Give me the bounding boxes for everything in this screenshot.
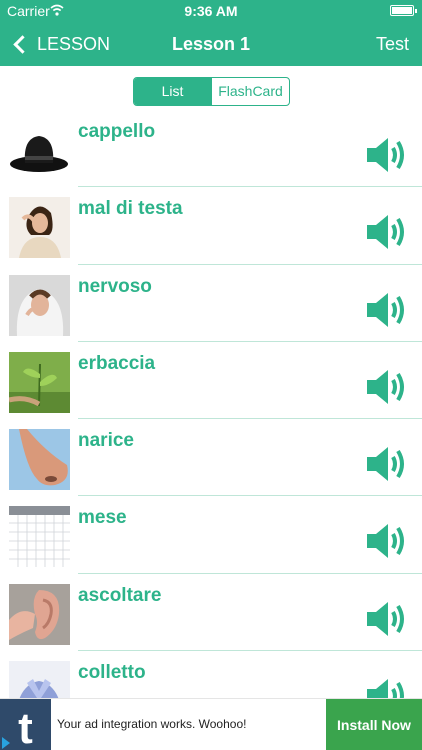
calendar-image bbox=[9, 506, 70, 568]
word-label: colletto bbox=[78, 662, 146, 684]
word-label: erbaccia bbox=[78, 352, 156, 374]
hat-image bbox=[9, 120, 70, 181]
ad-text: Your ad integration works. Woohoo! bbox=[57, 717, 247, 731]
speaker-icon[interactable] bbox=[365, 445, 411, 483]
word-list: cappello mal di testa nervoso erbaccia n… bbox=[0, 110, 422, 729]
headache-image bbox=[9, 197, 70, 259]
svg-text:t: t bbox=[18, 704, 33, 750]
word-label: ascoltare bbox=[78, 584, 162, 606]
speaker-icon[interactable] bbox=[365, 522, 411, 560]
page-title: Lesson 1 bbox=[171, 34, 251, 54]
nose-image bbox=[9, 429, 70, 491]
word-label: cappello bbox=[78, 121, 156, 142]
test-button[interactable]: Test bbox=[376, 34, 409, 55]
status-time: 9:36 AM bbox=[184, 3, 238, 19]
list-item[interactable]: cappello bbox=[0, 110, 422, 188]
list-item[interactable]: narice bbox=[0, 419, 422, 497]
word-label: mal di testa bbox=[78, 198, 183, 220]
ad-banner[interactable]: t Your ad integration works. Woohoo! Ins… bbox=[0, 698, 422, 750]
segment-flashcard[interactable]: FlashCard bbox=[211, 78, 289, 105]
navigation-bar: LESSON Lesson 1 Test bbox=[0, 22, 422, 66]
tumblr-logo: t bbox=[0, 699, 51, 750]
segment-list[interactable]: List bbox=[134, 78, 211, 105]
word-label: narice bbox=[78, 430, 134, 452]
speaker-icon[interactable] bbox=[365, 600, 411, 638]
speaker-icon[interactable] bbox=[365, 368, 411, 406]
install-now-button[interactable]: Install Now bbox=[326, 699, 422, 750]
view-mode-segmented-control: List FlashCard bbox=[133, 77, 290, 106]
list-item[interactable]: mese bbox=[0, 496, 422, 575]
ear-image bbox=[9, 583, 70, 645]
word-label: nervoso bbox=[78, 275, 152, 297]
status-bar: Carrier 9:36 AM bbox=[0, 0, 422, 22]
header-bar: Carrier 9:36 AM LESSON Lesson 1 Test bbox=[0, 0, 422, 66]
word-label: mese bbox=[78, 507, 127, 529]
battery-icon bbox=[390, 5, 417, 16]
speaker-icon[interactable] bbox=[365, 213, 411, 251]
list-item[interactable]: ascoltare bbox=[0, 574, 422, 652]
speaker-icon[interactable] bbox=[365, 136, 411, 174]
weed-image bbox=[9, 351, 70, 413]
list-item[interactable]: nervoso bbox=[0, 265, 422, 343]
list-item[interactable]: erbaccia bbox=[0, 342, 422, 420]
list-item[interactable]: mal di testa bbox=[0, 187, 422, 265]
nervous-person-image bbox=[9, 274, 70, 336]
speaker-icon[interactable] bbox=[365, 291, 411, 329]
